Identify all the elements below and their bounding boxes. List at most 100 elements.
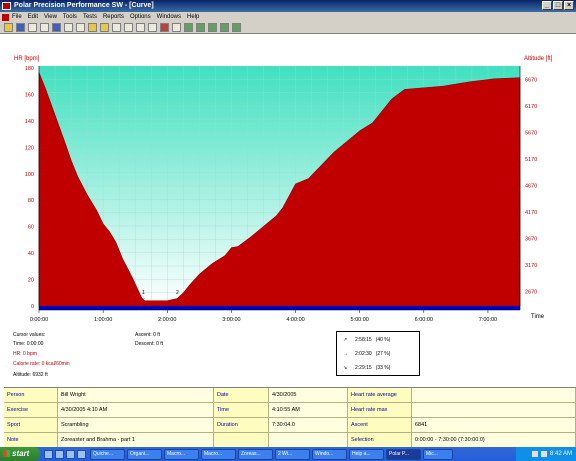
- save-icon[interactable]: [16, 23, 25, 32]
- left-tick-label: 180: [25, 66, 34, 72]
- compare-icon[interactable]: [76, 23, 85, 32]
- list-icon[interactable]: [172, 23, 181, 32]
- open-icon[interactable]: [4, 23, 13, 32]
- task-button[interactable]: Help a...: [349, 448, 384, 460]
- zoom-icon[interactable]: [136, 23, 145, 32]
- grid-icon[interactable]: [112, 23, 121, 32]
- x-tick-label: 1:00:00: [94, 317, 112, 323]
- chart-icon-2[interactable]: [196, 23, 205, 32]
- altitude-zones-box: ↗ 2:58:15 (40 %) → 2:02:30 (27 %) ↘ 2:29…: [336, 331, 420, 376]
- right-tick-label: 4170: [525, 210, 537, 216]
- menu-options[interactable]: Options: [130, 14, 151, 20]
- table-icon[interactable]: [124, 23, 133, 32]
- zone-pct: (33 %): [375, 365, 391, 371]
- sport-label: Sport: [4, 418, 58, 432]
- zone-time: 2:29:15: [355, 365, 372, 371]
- date-label: Date: [214, 388, 269, 402]
- x-tick-label: 0:00:00: [30, 317, 48, 323]
- minimize-button[interactable]: _: [542, 1, 552, 10]
- task-button[interactable]: Quiche...: [90, 448, 125, 460]
- task-button[interactable]: Macro...: [201, 448, 236, 460]
- selection-value[interactable]: 0:00:00 - 7:30:00 (7:30:00.0): [412, 433, 576, 447]
- right-tick-label: 3170: [525, 263, 537, 269]
- date-value[interactable]: 4/30/2005: [269, 388, 348, 402]
- menu-file[interactable]: File: [12, 14, 22, 20]
- left-tick-label: 120: [25, 145, 34, 151]
- flat-arrow-icon: →: [343, 351, 348, 357]
- globe-icon[interactable]: [52, 23, 61, 32]
- left-tick-label: 0: [31, 304, 34, 310]
- right-tick-label: 4670: [525, 183, 537, 189]
- tray-icon[interactable]: [540, 451, 547, 457]
- maximize-button[interactable]: □: [553, 1, 563, 10]
- task-button[interactable]: Zoreas...: [238, 448, 273, 460]
- media-icon[interactable]: [77, 449, 86, 459]
- task-button[interactable]: Macro...: [164, 448, 199, 460]
- time-value[interactable]: 4:10:55 AM: [269, 403, 348, 417]
- menu-windows[interactable]: Windows: [157, 14, 181, 20]
- cursor-hr: HR: 0 bpm: [13, 351, 37, 357]
- exercise-label: Exercise: [4, 403, 58, 417]
- exercise-value[interactable]: 4/30/2005 4:10 AM: [58, 403, 214, 417]
- heart-icon[interactable]: [160, 23, 169, 32]
- search-icon[interactable]: [148, 23, 157, 32]
- curve-chart[interactable]: HR [bpm] Altitude [ft] Time 180 160 140 120…: [0, 36, 576, 326]
- sport-value[interactable]: Scrambling: [58, 418, 214, 432]
- x-axis-label: Time: [531, 314, 545, 320]
- task-buttons: Quiche... Organi... Macro... Macro... Zo…: [90, 448, 453, 460]
- menu-view[interactable]: View: [44, 14, 57, 20]
- menu-tools[interactable]: Tools: [63, 14, 77, 20]
- left-tick-label: 80: [28, 198, 34, 204]
- task-button-active[interactable]: Polar P...: [386, 448, 421, 460]
- close-button[interactable]: ×: [564, 1, 574, 10]
- chart-svg[interactable]: HR [bpm] Altitude [ft] Time 180160140120…: [0, 36, 576, 326]
- x-tick-label: 3:00:00: [222, 317, 240, 323]
- left-axis-ticks: 180 160 140 120 100 80 60 40 20 0: [25, 66, 34, 310]
- left-tick-label: 140: [25, 119, 34, 125]
- tray-icon[interactable]: [531, 451, 538, 457]
- zone-pct: (40 %): [375, 337, 391, 343]
- mail-icon[interactable]: [66, 449, 75, 459]
- window-icon[interactable]: [64, 23, 73, 32]
- hr-max-value[interactable]: [412, 403, 576, 417]
- hr-average-label: Heart rate average: [348, 388, 412, 402]
- table-row: Sport Scrambling Duration 7:30:04.0 Asce…: [4, 418, 576, 433]
- folder-open-icon[interactable]: [100, 23, 109, 32]
- document-icon[interactable]: [2, 13, 9, 21]
- chart-icon-5[interactable]: [232, 23, 241, 32]
- window-controls: _ □ ×: [542, 1, 574, 10]
- menu-help[interactable]: Help: [187, 14, 199, 20]
- note-value[interactable]: Zoreaster and Brahma - part 1: [58, 433, 214, 447]
- chart-icon-3[interactable]: [208, 23, 217, 32]
- duration-value[interactable]: 7:30:04.0: [269, 418, 348, 432]
- lap-marker-2[interactable]: 2: [176, 290, 179, 296]
- zone-time: 2:58:15: [355, 337, 372, 343]
- chart-icon-4[interactable]: [220, 23, 229, 32]
- lap-marker-1[interactable]: 1: [142, 290, 145, 296]
- print-icon[interactable]: [28, 23, 37, 32]
- preview-icon[interactable]: [40, 23, 49, 32]
- menu-tests[interactable]: Tests: [83, 14, 97, 20]
- browser-icon[interactable]: [55, 449, 64, 459]
- menu-reports[interactable]: Reports: [103, 14, 124, 20]
- cursor-calorie-rate: Calorie rate: 0 kcal/60min: [13, 361, 70, 367]
- ascent-table-value[interactable]: 6841: [412, 418, 576, 432]
- ascending-arrow-icon: ↗: [343, 337, 348, 343]
- person-value[interactable]: Bill Wright: [58, 388, 214, 402]
- task-button[interactable]: Windo...: [312, 448, 347, 460]
- chart-icon-1[interactable]: [184, 23, 193, 32]
- start-button[interactable]: start: [0, 447, 40, 461]
- left-tick-label: 160: [25, 92, 34, 98]
- desktop-icon[interactable]: [44, 449, 53, 459]
- task-button[interactable]: 2 Wi...: [275, 448, 310, 460]
- menu-edit[interactable]: Edit: [28, 14, 38, 20]
- quick-launch: [44, 449, 86, 459]
- zone-time: 2:02:30: [355, 351, 372, 357]
- folder-icon[interactable]: [88, 23, 97, 32]
- note-label: Note: [4, 433, 58, 447]
- task-button[interactable]: Organi...: [127, 448, 162, 460]
- right-axis-label: Altitude [ft]: [524, 56, 553, 62]
- task-button[interactable]: Mic...: [423, 448, 453, 460]
- exercise-summary-table: Person Bill Wright Date 4/30/2005 Heart …: [4, 387, 576, 448]
- hr-average-value[interactable]: [412, 388, 576, 402]
